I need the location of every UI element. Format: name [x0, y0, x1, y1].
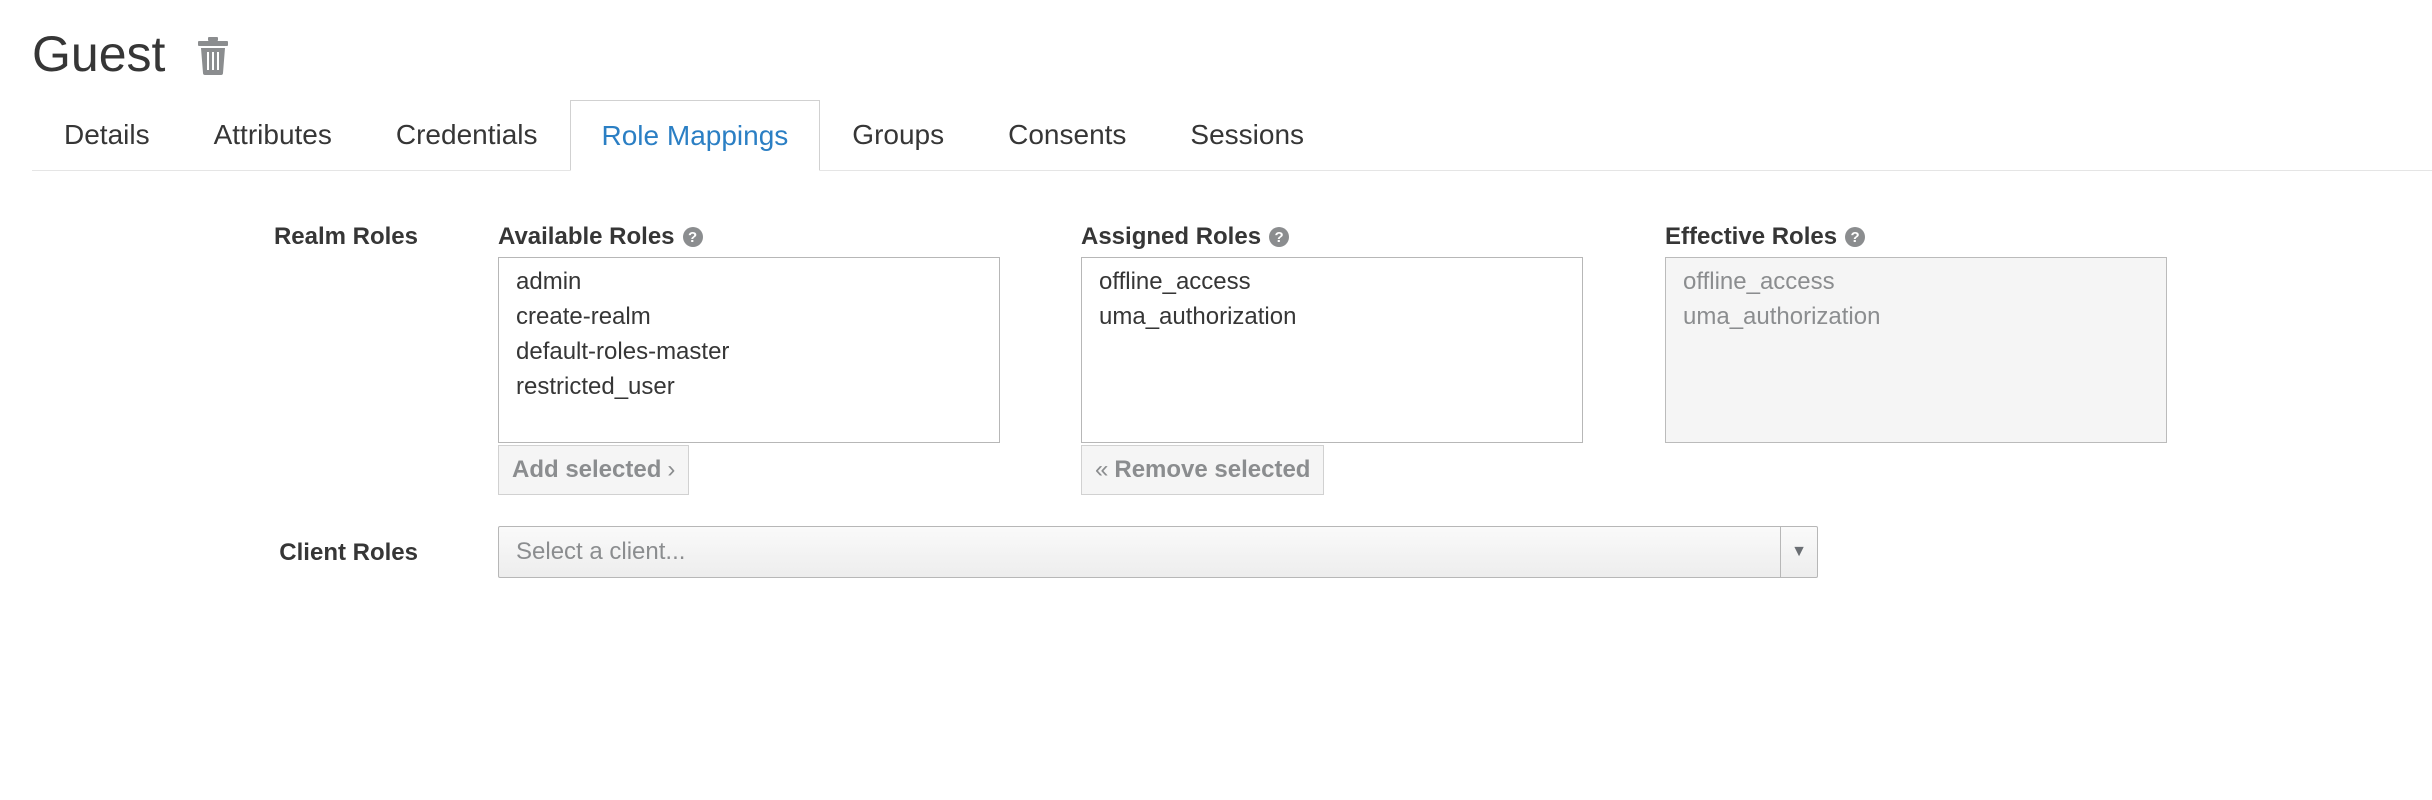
tab-label: Sessions	[1190, 119, 1305, 150]
assigned-roles-label: Assigned Roles ?	[1081, 223, 1290, 251]
available-roles-label: Available Roles ?	[498, 223, 703, 251]
tab-role-mappings[interactable]: Role Mappings	[569, 100, 821, 171]
delete-user-button[interactable]	[195, 34, 231, 78]
tab-groups[interactable]: Groups	[820, 100, 976, 170]
tab-credentials[interactable]: Credentials	[364, 100, 570, 170]
user-tabs: Details Attributes Credentials Role Mapp…	[32, 100, 2432, 171]
remove-selected-button[interactable]: « Remove selected	[1081, 445, 1325, 495]
caret-down-icon[interactable]: ▼	[1780, 527, 1817, 577]
tab-attributes[interactable]: Attributes	[182, 100, 364, 170]
effective-roles-label: Effective Roles ?	[1665, 223, 1866, 251]
list-item[interactable]: restricted_user	[499, 369, 999, 404]
client-select[interactable]: Select a client... ▼	[498, 526, 1818, 578]
question-circle-icon[interactable]: ?	[682, 227, 703, 247]
client-roles-label: Client Roles	[279, 539, 418, 566]
tab-label: Groups	[852, 119, 945, 150]
add-selected-button[interactable]: Add selected ›	[498, 445, 690, 495]
tab-label: Attributes	[213, 119, 332, 150]
page-header: Guest	[32, 22, 231, 86]
available-roles-heading: Available Roles	[498, 223, 675, 250]
effective-roles-heading: Effective Roles	[1665, 223, 1838, 250]
question-circle-icon[interactable]: ?	[1269, 227, 1290, 247]
trash-icon	[198, 37, 229, 75]
assigned-roles-heading: Assigned Roles	[1081, 223, 1262, 250]
client-select-placeholder: Select a client...	[516, 538, 686, 565]
list-item[interactable]: uma_authorization	[1082, 299, 1582, 334]
page-title: Guest	[32, 26, 166, 82]
available-roles-list[interactable]: admin create-realm default-roles-master …	[498, 257, 1000, 443]
tab-label: Role Mappings	[601, 119, 789, 151]
question-circle-icon[interactable]: ?	[1845, 227, 1866, 247]
chevron-right-icon: ›	[667, 456, 676, 483]
list-item[interactable]: offline_access	[1082, 264, 1582, 299]
tab-consents[interactable]: Consents	[976, 100, 1158, 170]
list-item[interactable]: admin	[499, 264, 999, 299]
list-item[interactable]: create-realm	[499, 299, 999, 334]
list-item: uma_authorization	[1683, 303, 1881, 330]
tab-label: Details	[64, 119, 150, 150]
realm-roles-label: Realm Roles	[273, 223, 418, 250]
tab-sessions[interactable]: Sessions	[1158, 100, 1336, 170]
effective-roles-list: offline_access uma_authorization	[1665, 257, 2167, 443]
list-item[interactable]: default-roles-master	[499, 334, 999, 369]
list-item: offline_access	[1683, 268, 1835, 295]
tab-details[interactable]: Details	[32, 100, 182, 170]
tab-label: Credentials	[395, 119, 538, 150]
remove-selected-label: Remove selected	[1114, 456, 1311, 483]
double-chevron-left-icon: «	[1095, 456, 1109, 483]
tab-label: Consents	[1008, 119, 1127, 150]
add-selected-label: Add selected	[512, 456, 662, 483]
role-mappings-page: Guest Details Attributes Credentials Rol…	[0, 0, 2432, 800]
assigned-roles-list[interactable]: offline_access uma_authorization	[1081, 257, 1583, 443]
